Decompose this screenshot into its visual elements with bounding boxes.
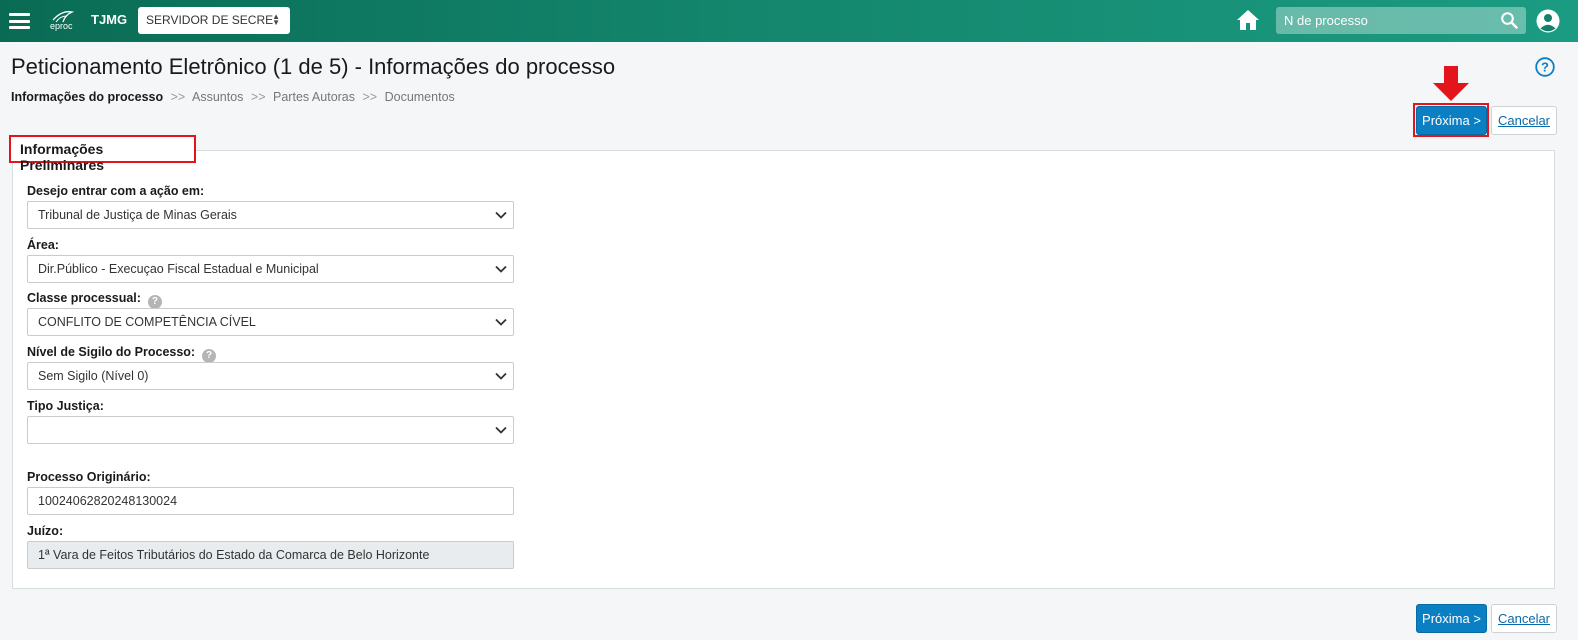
- breadcrumb-separator: >>: [250, 90, 266, 104]
- field-label-secrecy-text: Nível de Sigilo do Processo:: [27, 345, 196, 359]
- field-label-origin-process: Processo Originário:: [27, 470, 151, 484]
- field-label-class: Classe processual:?: [27, 291, 162, 309]
- field-label-court: Desejo entrar com a ação em:: [27, 184, 205, 198]
- court-unit-value: 1ª Vara de Feitos Tributários do Estado …: [38, 548, 430, 562]
- breadcrumb-step: Documentos: [384, 90, 455, 104]
- next-button-bottom[interactable]: Próxima >: [1416, 604, 1487, 633]
- breadcrumb: Informações do processo >> Assuntos >> P…: [11, 90, 455, 104]
- logo-text: eproc: [50, 21, 73, 31]
- origin-process-input[interactable]: 10024062820248130024: [27, 487, 514, 515]
- chevron-down-icon: [495, 211, 507, 219]
- secrecy-level-select[interactable]: Sem Sigilo (Nível 0): [27, 362, 514, 390]
- server-select[interactable]: SERVIDOR DE SECRE ▲ ▼: [138, 7, 290, 34]
- chevron-down-icon: [495, 426, 507, 434]
- red-arrow-down-icon: [1433, 66, 1469, 101]
- process-class-select-value: CONFLITO DE COMPETÊNCIA CÍVEL: [38, 315, 256, 329]
- field-label-class-text: Classe processual:: [27, 291, 141, 305]
- breadcrumb-step: Assuntos: [192, 90, 244, 104]
- origin-process-input-value: 10024062820248130024: [38, 494, 178, 508]
- top-navbar: eproc TJMG SERVIDOR DE SECRE ▲ ▼: [0, 0, 1578, 42]
- court-select[interactable]: Tribunal de Justiça de Minas Gerais: [27, 201, 514, 229]
- secrecy-level-select-value: Sem Sigilo (Nível 0): [38, 369, 149, 383]
- breadcrumb-step-active: Informações do processo: [11, 90, 164, 104]
- process-class-select[interactable]: CONFLITO DE COMPETÊNCIA CÍVEL: [27, 308, 514, 336]
- hamburger-menu-icon[interactable]: [9, 13, 30, 29]
- server-select-value: SERVIDOR DE SECRE: [146, 13, 274, 27]
- updown-arrows-icon: ▲ ▼: [272, 12, 280, 27]
- court-select-value: Tribunal de Justiça de Minas Gerais: [38, 208, 237, 222]
- chevron-down-icon: [495, 372, 507, 380]
- breadcrumb-separator: >>: [362, 90, 378, 104]
- field-label-justice-type: Tipo Justiça:: [27, 399, 104, 413]
- cancel-button-bottom[interactable]: Cancelar: [1491, 604, 1557, 633]
- home-icon[interactable]: [1236, 9, 1260, 31]
- search-icon[interactable]: [1500, 11, 1518, 29]
- process-search: [1276, 7, 1526, 34]
- breadcrumb-step: Partes Autoras: [273, 90, 356, 104]
- cancel-button-top[interactable]: Cancelar: [1491, 106, 1557, 135]
- next-button-top[interactable]: Próxima >: [1416, 106, 1487, 135]
- breadcrumb-separator: >>: [170, 90, 186, 104]
- svg-text:?: ?: [1541, 60, 1549, 75]
- justice-type-select[interactable]: [27, 416, 514, 444]
- org-label: TJMG: [91, 12, 128, 27]
- area-select[interactable]: Dir.Público - Execuçao Fiscal Estadual e…: [27, 255, 514, 283]
- field-label-court-unit: Juízo:: [27, 524, 64, 538]
- user-account-icon[interactable]: [1536, 9, 1560, 33]
- field-label-secrecy: Nível de Sigilo do Processo:?: [27, 345, 217, 363]
- area-select-value: Dir.Público - Execuçao Fiscal Estadual e…: [38, 262, 319, 276]
- chevron-down-icon: [495, 265, 507, 273]
- court-unit-field: 1ª Vara de Feitos Tributários do Estado …: [27, 541, 514, 569]
- chevron-down-icon: [495, 318, 507, 326]
- process-search-input[interactable]: [1276, 7, 1526, 34]
- section-legend: Informações Preliminares: [9, 135, 196, 173]
- page-title: Peticionamento Eletrônico (1 de 5) - Inf…: [11, 54, 616, 79]
- field-label-area: Área:: [27, 238, 59, 252]
- question-help-icon[interactable]: ?: [202, 349, 217, 363]
- help-icon[interactable]: ?: [1535, 57, 1555, 77]
- question-help-icon[interactable]: ?: [147, 295, 162, 309]
